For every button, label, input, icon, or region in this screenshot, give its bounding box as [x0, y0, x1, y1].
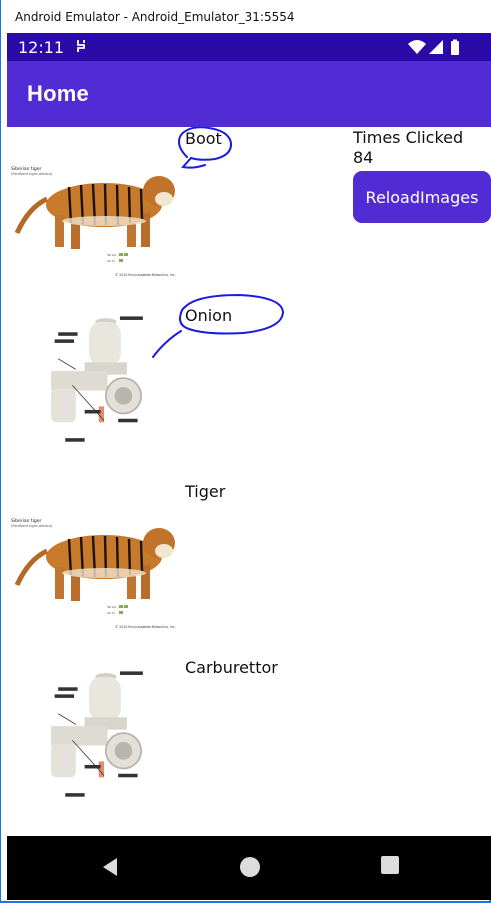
carburettor-image	[51, 671, 143, 797]
recent-apps-icon[interactable]	[381, 856, 399, 874]
svg-text:12 in: 12 in	[107, 259, 115, 263]
svg-text:© 2010 Encyclopædia Britannica: © 2010 Encyclopædia Britannica, Inc.	[115, 625, 176, 629]
status-time: 12:11	[18, 38, 65, 57]
main-content[interactable]: Siberian tiger (Panthera tigris altaica)…	[7, 127, 491, 836]
row-label-3: Tiger	[185, 482, 226, 501]
svg-text:12 in: 12 in	[107, 611, 115, 615]
window-title: Android Emulator - Android_Emulator_31:5…	[15, 10, 295, 24]
tiger-image: Siberian tiger (Panthera tigris altaica)…	[11, 518, 176, 629]
svg-text:30 cm: 30 cm	[107, 605, 116, 609]
svg-text:(Panthera tigris altaica): (Panthera tigris altaica)	[11, 172, 53, 176]
tiger-image: Siberian tiger (Panthera tigris altaica)…	[11, 166, 176, 277]
svg-text:© 2010 Encyclopædia Britannica: © 2010 Encyclopædia Britannica, Inc.	[115, 273, 176, 277]
times-clicked-count: 84	[353, 148, 374, 167]
page-title: Home	[27, 81, 89, 106]
svg-text:30 cm: 30 cm	[107, 253, 116, 257]
status-icons	[408, 39, 459, 55]
app-bar: Home	[7, 61, 491, 127]
times-clicked-label: Times Clicked	[353, 128, 464, 147]
signal-icon	[429, 40, 443, 54]
row-label-1: Boot	[185, 129, 222, 148]
back-icon[interactable]	[99, 856, 121, 878]
wifi-icon	[408, 40, 426, 54]
navigation-bar	[7, 836, 491, 900]
home-icon[interactable]	[240, 857, 260, 877]
status-bar: 12:11	[7, 33, 491, 61]
battery-icon	[451, 41, 459, 55]
carburettor-image	[51, 316, 143, 442]
times-clicked: Times Clicked 84	[353, 128, 463, 168]
row-label-4: Carburettor	[185, 658, 278, 677]
row-label-2: Onion	[185, 306, 233, 325]
reload-images-button[interactable]: ReloadImages	[353, 171, 491, 223]
window-titlebar: Android Emulator - Android_Emulator_31:5…	[1, 0, 491, 33]
svg-text:(Panthera tigris altaica): (Panthera tigris altaica)	[11, 524, 53, 528]
sync-icon	[77, 40, 85, 52]
emulator-window: Android Emulator - Android_Emulator_31:5…	[0, 0, 491, 903]
